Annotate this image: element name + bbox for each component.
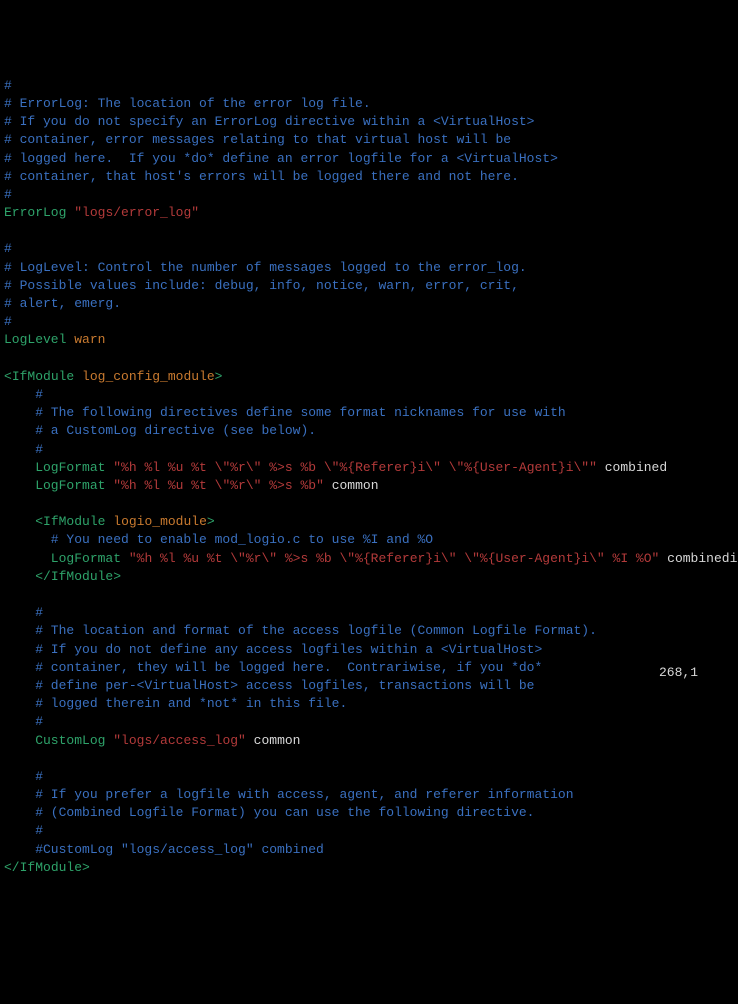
comment-line: # You need to enable mod_logio.c to use … bbox=[4, 532, 433, 547]
ifmodule-close-tag: IfModule bbox=[51, 569, 113, 584]
indent bbox=[4, 514, 35, 529]
comment-line: # ErrorLog: The location of the error lo… bbox=[4, 96, 371, 111]
comment-line: # a CustomLog directive (see below). bbox=[4, 423, 316, 438]
comment-line: # bbox=[4, 769, 43, 784]
comment-line: # The location and format of the access … bbox=[4, 623, 597, 638]
comment-line: # alert, emerg. bbox=[4, 296, 121, 311]
comment-line: # If you prefer a logfile with access, a… bbox=[4, 787, 574, 802]
bracket: > bbox=[215, 369, 223, 384]
format-name: common bbox=[254, 733, 301, 748]
directive-value: "logs/access_log" bbox=[113, 733, 246, 748]
bracket: </ bbox=[4, 860, 20, 875]
directive-logformat: LogFormat bbox=[4, 478, 105, 493]
comment-line: # LogLevel: Control the number of messag… bbox=[4, 260, 527, 275]
format-name: common bbox=[332, 478, 379, 493]
code-editor[interactable]: # # ErrorLog: The location of the error … bbox=[4, 77, 734, 877]
comment-line: # The following directives define some f… bbox=[4, 405, 566, 420]
ifmodule-open-tag: IfModule bbox=[43, 514, 105, 529]
comment-line: # (Combined Logfile Format) you can use … bbox=[4, 805, 535, 820]
directive-loglevel: LogLevel bbox=[4, 332, 66, 347]
comment-line: # bbox=[4, 78, 12, 93]
directive-value: "logs/error_log" bbox=[74, 205, 199, 220]
comment-line: # bbox=[4, 605, 43, 620]
comment-line: # bbox=[4, 387, 43, 402]
bracket: </ bbox=[35, 569, 51, 584]
comment-line: # container, that host's errors will be … bbox=[4, 169, 519, 184]
comment-line: # bbox=[4, 187, 12, 202]
comment-line: # bbox=[4, 314, 12, 329]
bracket: > bbox=[207, 514, 215, 529]
directive-logformat: LogFormat bbox=[4, 551, 121, 566]
module-name: logio_module bbox=[113, 514, 207, 529]
format-name: combined bbox=[605, 460, 667, 475]
directive-value: "%h %l %u %t \"%r\" %>s %b" bbox=[113, 478, 324, 493]
comment-line: # bbox=[4, 823, 43, 838]
directive-customlog: CustomLog bbox=[4, 733, 105, 748]
ifmodule-open-tag: IfModule bbox=[12, 369, 74, 384]
bracket: > bbox=[82, 860, 90, 875]
directive-logformat: LogFormat bbox=[4, 460, 105, 475]
comment-line: # logged here. If you *do* define an err… bbox=[4, 151, 558, 166]
bracket: > bbox=[113, 569, 121, 584]
comment-line: # If you do not define any access logfil… bbox=[4, 642, 542, 657]
module-name: log_config_module bbox=[82, 369, 215, 384]
comment-line: # If you do not specify an ErrorLog dire… bbox=[4, 114, 535, 129]
bracket: < bbox=[35, 514, 43, 529]
comment-line: #CustomLog "logs/access_log" combined bbox=[4, 842, 324, 857]
directive-value: warn bbox=[74, 332, 105, 347]
comment-line: # bbox=[4, 241, 12, 256]
comment-line: # bbox=[4, 442, 43, 457]
cursor-position-status: 268,1 bbox=[659, 664, 698, 682]
directive-errorlog: ErrorLog bbox=[4, 205, 66, 220]
comment-line: # container, they will be logged here. C… bbox=[4, 660, 542, 675]
comment-line: # Possible values include: debug, info, … bbox=[4, 278, 519, 293]
directive-value: "%h %l %u %t \"%r\" %>s %b \"%{Referer}i… bbox=[113, 460, 597, 475]
directive-value: "%h %l %u %t \"%r\" %>s %b \"%{Referer}i… bbox=[129, 551, 660, 566]
comment-line: # bbox=[4, 714, 43, 729]
ifmodule-close-tag: IfModule bbox=[20, 860, 82, 875]
bracket: < bbox=[4, 369, 12, 384]
comment-line: # logged therein and *not* in this file. bbox=[4, 696, 347, 711]
comment-line: # define per-<VirtualHost> access logfil… bbox=[4, 678, 535, 693]
comment-line: # container, error messages relating to … bbox=[4, 132, 511, 147]
format-name: combinedio bbox=[667, 551, 738, 566]
indent bbox=[4, 569, 35, 584]
